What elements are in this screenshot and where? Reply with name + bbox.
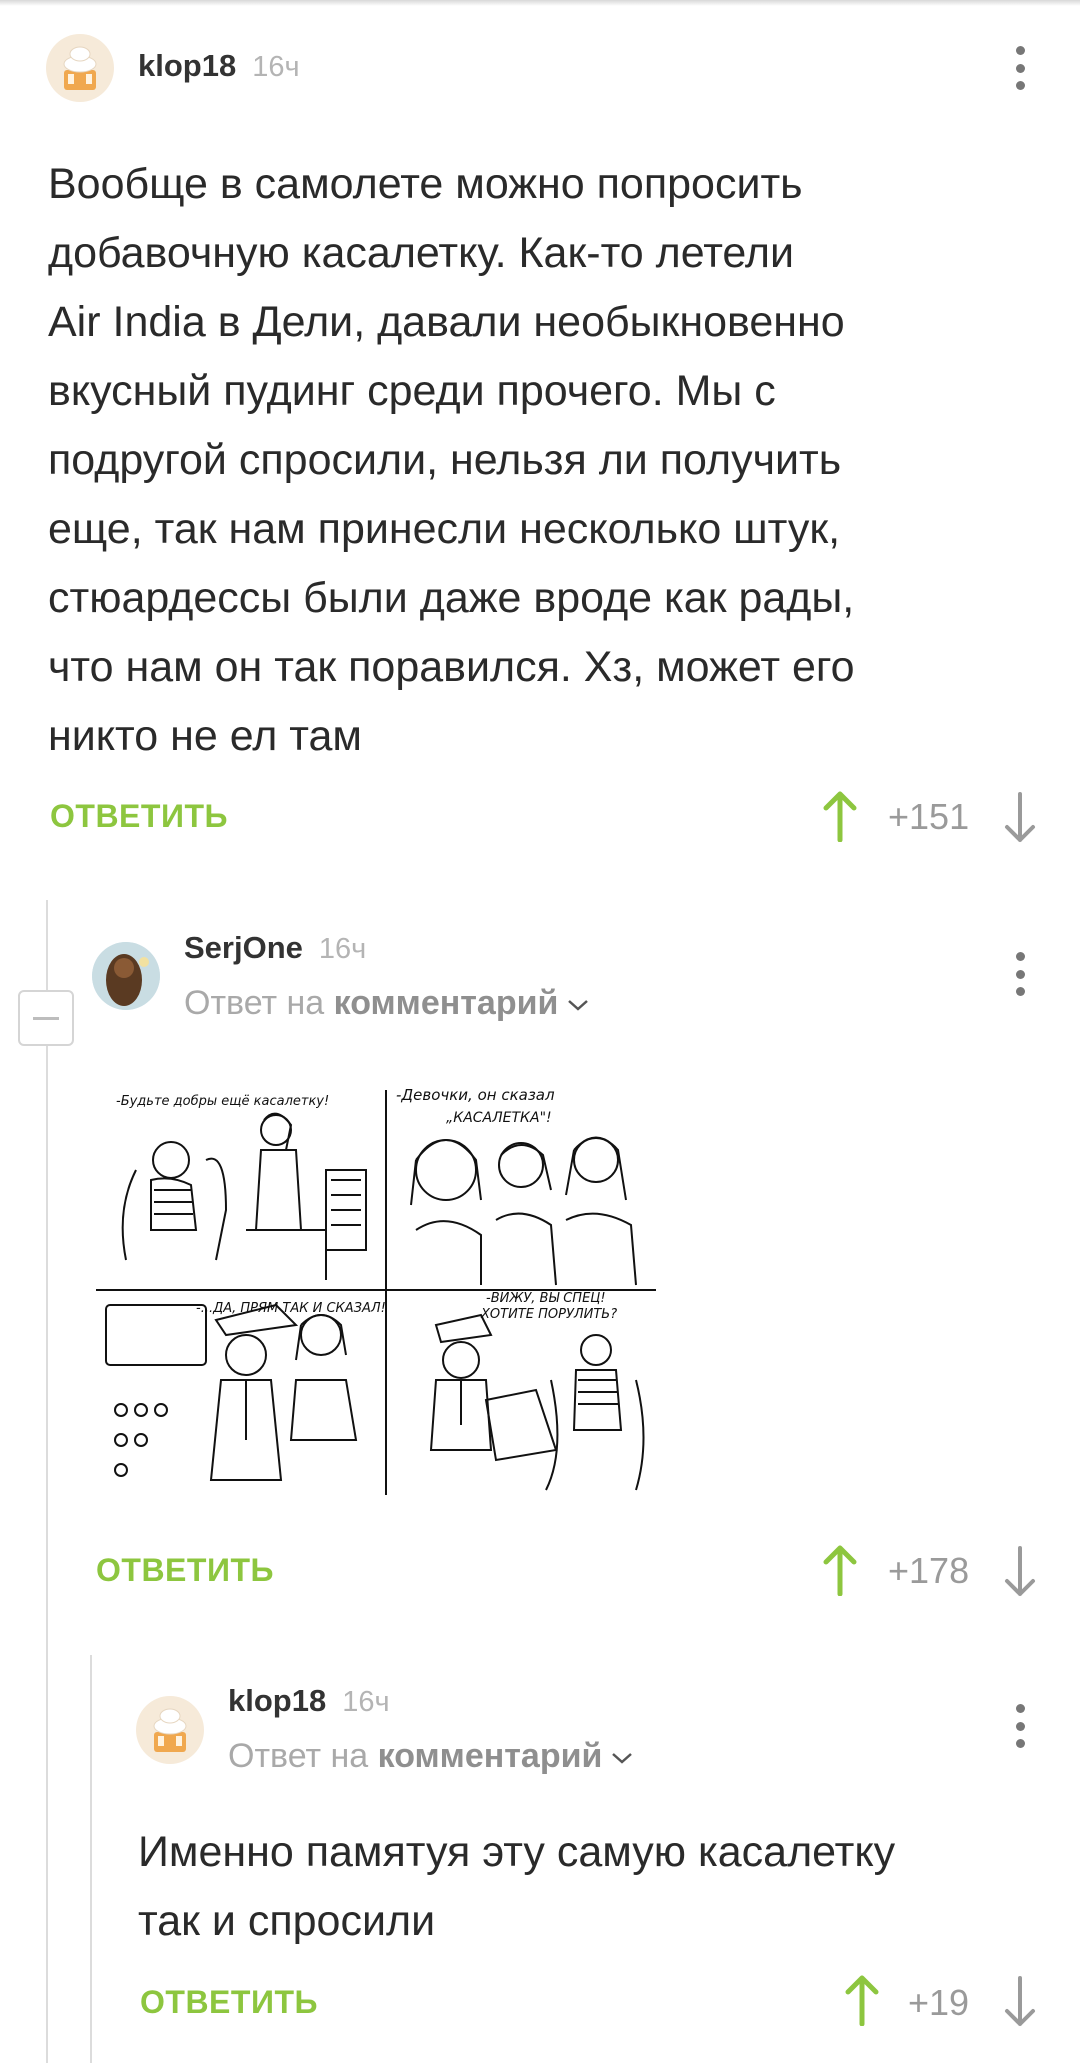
avatar[interactable] [92, 942, 160, 1010]
thread-line [46, 900, 48, 2063]
downvote-arrow-icon[interactable] [1002, 792, 1038, 844]
comment-line: еще, так нам принесли несколько штук, [48, 505, 841, 553]
avatar[interactable] [136, 1696, 204, 1764]
username[interactable]: klop18 [228, 1683, 326, 1719]
timestamp: 16ч [342, 1686, 390, 1718]
upvote-arrow-icon[interactable] [820, 790, 860, 842]
comment-header: klop18 16ч [228, 1683, 390, 1719]
upvote-arrow-icon[interactable] [842, 1974, 882, 2026]
reply-to-prefix: Ответ на [228, 1737, 369, 1775]
comment-line: подругой спросили, нельзя ли получить [48, 436, 842, 484]
comment-line: никто не ел там [48, 712, 362, 760]
downvote-arrow-icon[interactable] [1002, 1546, 1038, 1598]
comment-header: klop18 16ч [138, 48, 300, 84]
comment-line: Именно памятуя эту самую касалетку [138, 1828, 896, 1876]
comment-text: Именно памятуя эту самую касалетку так и… [138, 1818, 895, 1956]
comment-line: так и спросили [138, 1897, 436, 1945]
reply-to-prefix: Ответ на [184, 984, 325, 1022]
upvote-arrow-icon[interactable] [820, 1544, 860, 1596]
chevron-down-icon[interactable] [610, 1750, 634, 1766]
reply-to-link[interactable]: Ответ на комментарий [228, 1737, 634, 1776]
comment-line: Air India в Дели, давали необыкновенно [48, 298, 845, 346]
reply-to-target[interactable]: комментарий [334, 984, 559, 1022]
comic-caption: „КАСАЛЕТКА"! [446, 1110, 552, 1126]
avatar[interactable] [46, 34, 114, 102]
cupcake-avatar-icon [153, 1708, 187, 1752]
comment-line: добавочную касалетку. Как-то летели [48, 229, 795, 277]
username[interactable]: klop18 [138, 48, 236, 84]
user-avatar-icon [92, 942, 160, 1010]
reply-button[interactable]: ОТВЕТИТЬ [96, 1552, 274, 1589]
comic-caption: -ВИЖУ, ВЫ СПЕЦ! [486, 1291, 606, 1306]
comment-text: Вообще в самолете можно попросить добаво… [48, 150, 855, 771]
top-shadow [0, 0, 1080, 6]
thread-line-nested [90, 1655, 92, 2063]
chevron-down-icon[interactable] [566, 997, 590, 1013]
comic-caption: -...ДА, ПРЯМ ТАК И СКАЗАЛ! [196, 1301, 386, 1316]
comment-line: вкусный пудинг среди прочего. Мы с [48, 367, 776, 415]
comment-line: стюардессы были даже вроде как рады, [48, 574, 855, 622]
reply-button[interactable]: ОТВЕТИТЬ [50, 798, 228, 835]
comment-header: SerjOne 16ч [184, 930, 366, 966]
timestamp: 16ч [252, 51, 300, 83]
comic-caption: -Девочки, он сказал [396, 1086, 555, 1104]
reply-to-target[interactable]: комментарий [378, 1737, 603, 1775]
username[interactable]: SerjOne [184, 930, 303, 966]
cupcake-avatar-icon [63, 46, 97, 90]
comic-caption: ХОТИТЕ ПОРУЛИТЬ? [480, 1307, 617, 1322]
timestamp: 16ч [318, 933, 367, 965]
comic-image[interactable]: -Будьте добры ещё касалетку! -Девочки, о… [96, 1080, 656, 1505]
downvote-arrow-icon[interactable] [1002, 1976, 1038, 2028]
reply-button[interactable]: ОТВЕТИТЬ [140, 1984, 318, 2021]
comment-line: Вообще в самолете можно попросить [48, 160, 803, 208]
score: +178 [888, 1550, 970, 1591]
more-options-icon[interactable] [1000, 1698, 1040, 1754]
reply-to-link[interactable]: Ответ на комментарий [184, 984, 590, 1023]
more-options-icon[interactable] [1000, 946, 1040, 1002]
collapse-thread-button[interactable] [18, 990, 74, 1046]
score: +151 [888, 796, 970, 837]
score: +19 [908, 1982, 970, 2023]
comment-line: что нам он так поравился. Хз, может его [48, 643, 855, 691]
more-options-icon[interactable] [1000, 40, 1040, 96]
comic-caption: -Будьте добры ещё касалетку! [116, 1094, 329, 1109]
